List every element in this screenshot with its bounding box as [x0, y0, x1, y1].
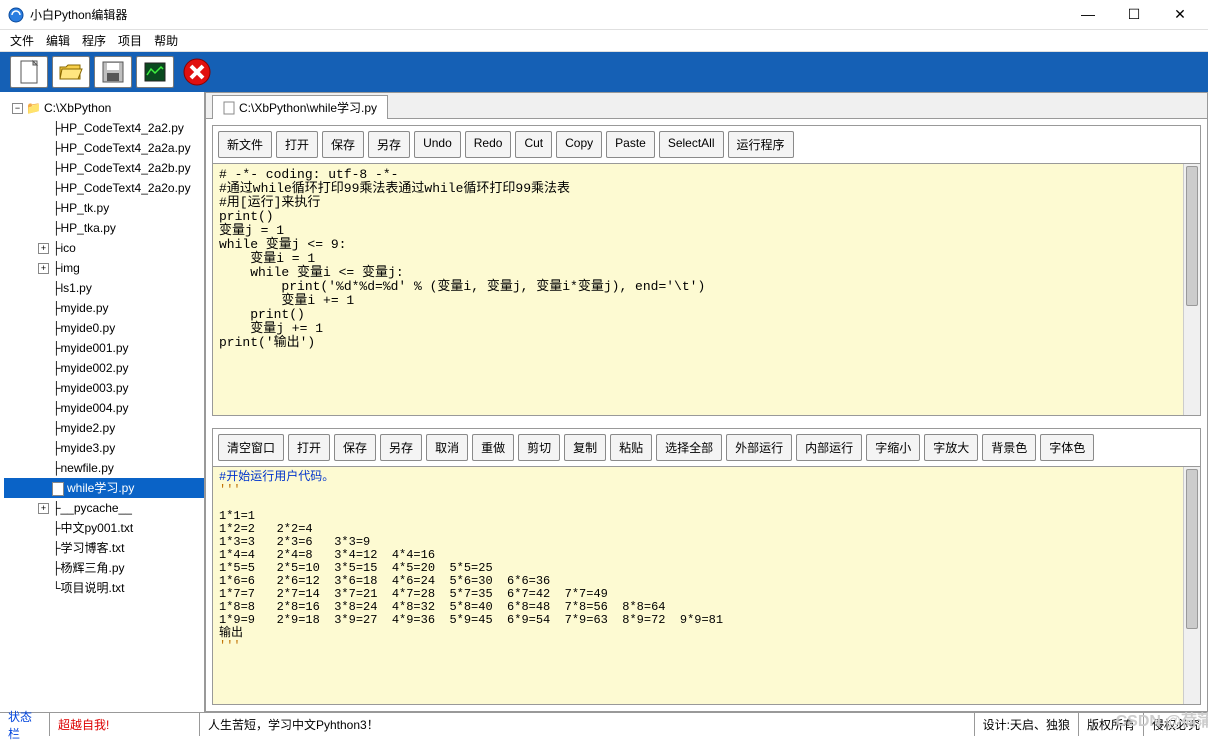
tab-bar: C:\XbPython\while学习.py	[206, 93, 1207, 119]
menubar: 文件 编辑 程序 项目 帮助	[0, 30, 1208, 52]
status-designer: 设计:天启、独狼	[975, 713, 1079, 736]
editor-toolbar: 新文件打开保存另存UndoRedoCutCopyPasteSelectAll运行…	[213, 126, 1200, 163]
editor-btn-6[interactable]: Cut	[515, 131, 552, 158]
tree-item[interactable]: ├学习博客.txt	[4, 538, 204, 558]
file-tree[interactable]: −📁C:\XbPython ├HP_CodeText4_2a2.py├HP_Co…	[0, 92, 204, 712]
editor-btn-7[interactable]: Copy	[556, 131, 602, 158]
editor-btn-2[interactable]: 保存	[322, 131, 364, 158]
menu-edit[interactable]: 编辑	[46, 32, 70, 49]
tree-item[interactable]: ├中文py001.txt	[4, 518, 204, 538]
tree-item[interactable]: ├newfile.py	[4, 458, 204, 478]
tab-label: C:\XbPython\while学习.py	[239, 99, 377, 116]
output-btn-7[interactable]: 复制	[564, 434, 606, 461]
output-btn-2[interactable]: 保存	[334, 434, 376, 461]
tree-item[interactable]: ├HP_CodeText4_2a2o.py	[4, 178, 204, 198]
doc-icon	[223, 101, 235, 115]
tree-item[interactable]: ├ls1.py	[4, 278, 204, 298]
tree-item[interactable]: ├HP_CodeText4_2a2a.py	[4, 138, 204, 158]
tree-item[interactable]: ├HP_tk.py	[4, 198, 204, 218]
tree-item[interactable]: └项目说明.txt	[4, 578, 204, 598]
editor-btn-9[interactable]: SelectAll	[659, 131, 724, 158]
editor-btn-3[interactable]: 另存	[368, 131, 410, 158]
window-title: 小白Python编辑器	[30, 6, 1074, 23]
tree-item[interactable]: ├HP_tka.py	[4, 218, 204, 238]
tree-item[interactable]: ├myide002.py	[4, 358, 204, 378]
app-icon	[8, 7, 24, 23]
save-disk-icon[interactable]	[94, 56, 132, 88]
output-btn-5[interactable]: 重做	[472, 434, 514, 461]
output-btn-9[interactable]: 选择全部	[656, 434, 722, 461]
tree-item[interactable]: ├HP_CodeText4_2a2b.py	[4, 158, 204, 178]
tree-item[interactable]: ├myide001.py	[4, 338, 204, 358]
new-file-icon[interactable]	[10, 56, 48, 88]
menu-project[interactable]: 项目	[118, 32, 142, 49]
output-btn-10[interactable]: 外部运行	[726, 434, 792, 461]
tree-item[interactable]: ├myide2.py	[4, 418, 204, 438]
editor-btn-8[interactable]: Paste	[606, 131, 655, 158]
tree-item[interactable]: ├myide004.py	[4, 398, 204, 418]
tab-current-file[interactable]: C:\XbPython\while学习.py	[212, 95, 388, 119]
output-panel: 清空窗口打开保存另存取消重做剪切复制粘贴选择全部外部运行内部运行字缩小字放大背景…	[212, 428, 1201, 705]
output-btn-1[interactable]: 打开	[288, 434, 330, 461]
tree-item[interactable]: ├myide003.py	[4, 378, 204, 398]
right-pane: C:\XbPython\while学习.py 新文件打开保存另存UndoRedo…	[205, 92, 1208, 712]
open-folder-icon[interactable]	[52, 56, 90, 88]
stop-icon[interactable]	[178, 56, 216, 88]
editor-btn-1[interactable]: 打开	[276, 131, 318, 158]
output-btn-4[interactable]: 取消	[426, 434, 468, 461]
status-motto: 超越自我!	[50, 713, 200, 736]
tree-item[interactable]: ├HP_CodeText4_2a2.py	[4, 118, 204, 138]
output-btn-11[interactable]: 内部运行	[796, 434, 862, 461]
run-icon[interactable]	[136, 56, 174, 88]
tree-item[interactable]: ├myide0.py	[4, 318, 204, 338]
editor-btn-5[interactable]: Redo	[465, 131, 512, 158]
editor-btn-10[interactable]: 运行程序	[728, 131, 794, 158]
file-tree-pane: −📁C:\XbPython ├HP_CodeText4_2a2.py├HP_Co…	[0, 92, 205, 712]
tree-item[interactable]: +├__pycache__	[4, 498, 204, 518]
status-middle: 人生苦短，学习中文Pyhthon3！	[200, 713, 975, 736]
editor-btn-0[interactable]: 新文件	[218, 131, 272, 158]
output-btn-14[interactable]: 背景色	[982, 434, 1036, 461]
main-toolbar	[0, 52, 1208, 92]
output-btn-6[interactable]: 剪切	[518, 434, 560, 461]
maximize-button[interactable]: ☐	[1120, 6, 1148, 23]
tree-item[interactable]: +├img	[4, 258, 204, 278]
menu-program[interactable]: 程序	[82, 32, 106, 49]
tree-item[interactable]: +├ico	[4, 238, 204, 258]
status-label: 状态栏	[0, 713, 50, 736]
output-console[interactable]: #开始运行用户代码。 ''' 1*1=1 1*2=2 2*2=4 1*3=3 2…	[213, 466, 1200, 704]
output-btn-13[interactable]: 字放大	[924, 434, 978, 461]
editor-panel: 新文件打开保存另存UndoRedoCutCopyPasteSelectAll运行…	[212, 125, 1201, 416]
tree-item[interactable]: ├myide.py	[4, 298, 204, 318]
output-scrollbar[interactable]	[1183, 467, 1200, 704]
tree-item[interactable]: while学习.py	[4, 478, 204, 498]
status-copyright: 版权所有 CSDN @荷蒲	[1079, 713, 1144, 736]
status-rights: 侵权必究	[1144, 713, 1208, 736]
menu-help[interactable]: 帮助	[154, 32, 178, 49]
minimize-button[interactable]: —	[1074, 6, 1102, 23]
output-btn-12[interactable]: 字缩小	[866, 434, 920, 461]
titlebar: 小白Python编辑器 — ☐ ✕	[0, 0, 1208, 30]
output-toolbar: 清空窗口打开保存另存取消重做剪切复制粘贴选择全部外部运行内部运行字缩小字放大背景…	[213, 429, 1200, 466]
output-btn-3[interactable]: 另存	[380, 434, 422, 461]
code-editor[interactable]: # -*- coding: utf-8 -*- #通过while循环打印99乘法…	[213, 163, 1200, 415]
output-btn-8[interactable]: 粘贴	[610, 434, 652, 461]
statusbar: 状态栏 超越自我! 人生苦短，学习中文Pyhthon3！ 设计:天启、独狼 版权…	[0, 712, 1208, 736]
tree-item[interactable]: ├myide3.py	[4, 438, 204, 458]
menu-file[interactable]: 文件	[10, 32, 34, 49]
output-btn-0[interactable]: 清空窗口	[218, 434, 284, 461]
tree-root[interactable]: −📁C:\XbPython	[4, 98, 204, 118]
editor-scrollbar[interactable]	[1183, 164, 1200, 415]
tree-item[interactable]: ├杨辉三角.py	[4, 558, 204, 578]
close-button[interactable]: ✕	[1166, 6, 1194, 23]
output-btn-15[interactable]: 字体色	[1040, 434, 1094, 461]
editor-btn-4[interactable]: Undo	[414, 131, 461, 158]
